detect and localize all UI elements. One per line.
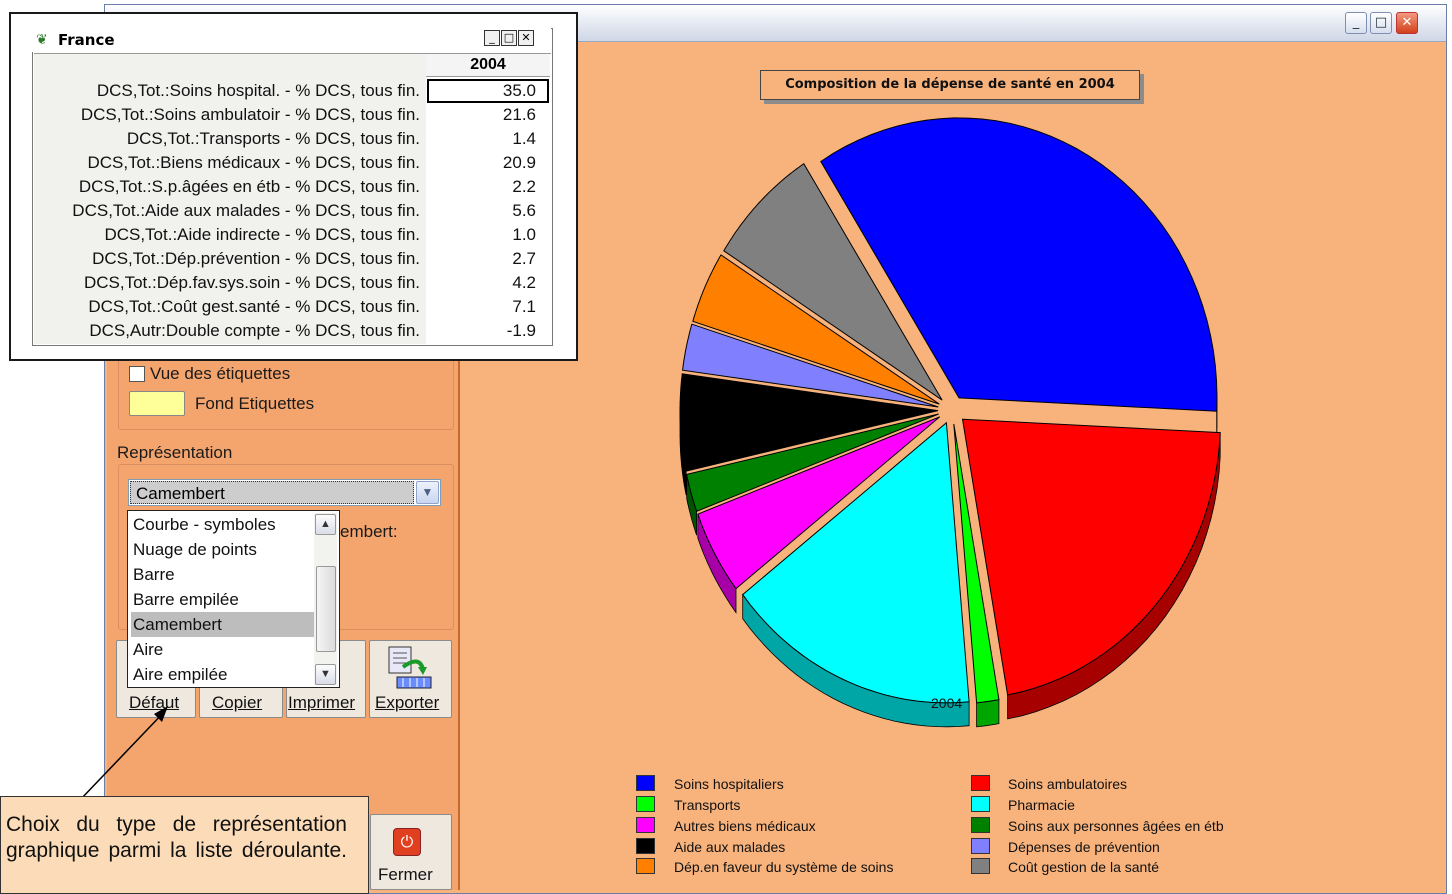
pie-chart (679, 117, 1221, 728)
scroll-down-icon[interactable]: ▼ (315, 664, 336, 685)
legend-swatch (971, 796, 990, 812)
row-label: DCS,Tot.:Dép.prévention - % DCS, tous fi… (92, 249, 420, 268)
print-button-label[interactable]: Imprimer (288, 693, 355, 713)
row-label: DCS,Tot.:Biens médicaux - % DCS, tous fi… (87, 153, 420, 172)
value-cell[interactable]: 1.4 (426, 127, 536, 151)
representation-select-value[interactable]: Camembert (130, 481, 414, 504)
legend-swatch (971, 838, 990, 854)
row-label: DCS,Tot.:S.p.âgées en étb - % DCS, tous … (78, 177, 420, 196)
legend-label: Aide aux malades (674, 839, 786, 855)
row-label: DCS,Autr:Double compte - % DCS, tous fin… (89, 321, 420, 340)
row-label: DCS,Tot.:Dép.fav.sys.soin - % DCS, tous … (83, 273, 420, 292)
pie-slice (961, 418, 1221, 696)
close-button-label[interactable]: Fermer (378, 865, 433, 885)
value-cell[interactable]: 20.9 (426, 151, 536, 175)
dropdown-option[interactable]: Aire empilée (131, 662, 314, 687)
legend-label: Soins aux personnes âgées en étb (1008, 818, 1224, 834)
dropdown-option[interactable]: Aire (131, 637, 314, 662)
chart-xlabel: 2004 (931, 695, 963, 711)
annotation-arrow (79, 706, 168, 801)
pie-options-label: embert: (340, 522, 398, 541)
annotation-text: Choix du type de représentation graphiqu… (6, 813, 347, 862)
value-cell[interactable]: 4.2 (426, 271, 536, 295)
dropdown-option[interactable]: Barre (131, 562, 314, 587)
labels-checkbox-label[interactable]: Vue des étiquettes (150, 364, 290, 384)
pie-slice-side (976, 699, 1000, 728)
value-cell[interactable]: 1.0 (426, 223, 536, 247)
maximize-icon[interactable]: □ (501, 30, 517, 46)
value-cell[interactable]: 35.0 (426, 79, 536, 103)
app-icon: ❦ (36, 31, 48, 47)
row-label: DCS,Tot.:Soins ambulatoir - % DCS, tous … (80, 105, 420, 124)
value-cell[interactable]: 2.2 (426, 175, 536, 199)
legend-label: Soins hospitaliers (674, 776, 784, 792)
row-label: DCS,Tot.:Transports - % DCS, tous fin. (126, 129, 420, 148)
legend-swatch (971, 817, 990, 833)
legend-label: Dépenses de prévention (1008, 839, 1160, 855)
export-icon (388, 646, 432, 689)
legend-label: Transports (674, 797, 741, 813)
scroll-up-icon[interactable]: ▲ (315, 514, 336, 535)
dropdown-option[interactable]: Nuage de points (131, 537, 314, 562)
data-window-title: France (58, 31, 115, 49)
close-icon[interactable]: ✕ (518, 30, 534, 46)
copy-button-label[interactable]: Copier (212, 693, 262, 713)
legend-swatch (636, 796, 655, 812)
row-label: DCS,Tot.:Aide aux malades - % DCS, tous … (72, 201, 420, 220)
scrollbar-thumb[interactable] (316, 566, 336, 652)
value-cell[interactable]: 5.6 (426, 199, 536, 223)
close-icon[interactable]: ✕ (1396, 12, 1418, 34)
legend-swatch (636, 817, 655, 833)
minimize-icon[interactable]: _ (484, 30, 500, 46)
value-cell[interactable]: 7.1 (426, 295, 536, 319)
legend-swatch (971, 858, 990, 874)
value-cell[interactable]: 2.7 (426, 247, 536, 271)
label-background-text: Fond Etiquettes (195, 394, 315, 413)
legend-label: Coût gestion de la santé (1008, 859, 1159, 875)
legend-label: Autres biens médicaux (674, 818, 816, 834)
legend-label: Soins ambulatoires (1008, 776, 1128, 792)
chevron-down-icon[interactable]: ▼ (416, 481, 439, 504)
legend-swatch (636, 838, 655, 854)
dropdown-option-selected[interactable]: Camembert (131, 612, 314, 637)
column-header[interactable]: 2004 (426, 54, 550, 77)
row-label: DCS,Tot.:Coût gest.santé - % DCS, tous f… (88, 297, 420, 316)
legend-swatch (636, 775, 655, 791)
export-button-label[interactable]: Exporter (375, 693, 439, 713)
labels-checkbox[interactable] (129, 366, 145, 382)
power-icon: ⏻ (393, 828, 421, 856)
row-label: DCS,Tot.:Soins hospital. - % DCS, tous f… (96, 81, 420, 100)
legend-swatch (971, 775, 990, 791)
legend-swatch (636, 858, 655, 874)
row-label: DCS,Tot.:Aide indirecte - % DCS, tous fi… (104, 225, 420, 244)
dropdown-option[interactable]: Courbe - symboles (131, 512, 314, 537)
label-background-swatch[interactable] (129, 391, 185, 416)
legend-label: Pharmacie (1008, 797, 1075, 813)
maximize-icon[interactable]: □ (1370, 12, 1392, 34)
minimize-icon[interactable]: _ (1345, 12, 1367, 34)
representation-title: Représentation (117, 443, 233, 462)
value-cell[interactable]: -1.9 (426, 319, 536, 343)
legend-label: Dép.en faveur du système de soins (674, 859, 894, 875)
chart-title: Composition de la dépense de santé en 20… (760, 70, 1140, 100)
dropdown-option[interactable]: Barre empilée (131, 587, 314, 612)
value-cell[interactable]: 21.6 (426, 103, 536, 127)
